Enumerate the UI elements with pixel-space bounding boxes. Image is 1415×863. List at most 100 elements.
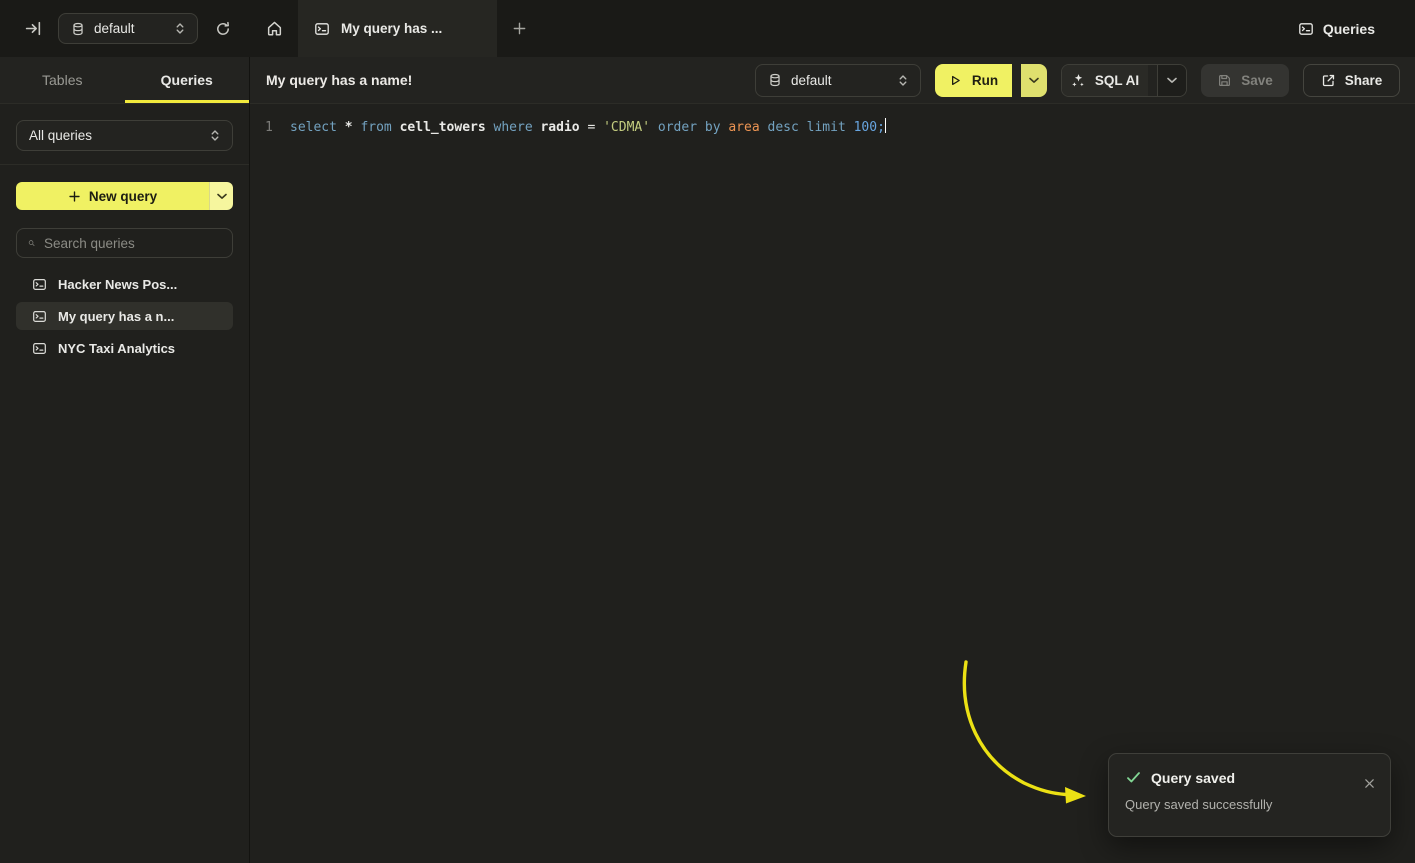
run-button[interactable]: Run <box>935 64 1012 97</box>
plus-icon <box>68 190 81 203</box>
sql-ai-button[interactable]: SQL AI <box>1062 65 1148 96</box>
terminal-icon <box>32 277 47 292</box>
database-icon <box>768 73 782 87</box>
query-list-item-hacker-news[interactable]: Hacker News Pos... <box>16 270 233 298</box>
check-icon <box>1125 769 1142 786</box>
query-item-label: My query has a n... <box>58 309 174 324</box>
sidebar-content: All queries New query <box>0 104 249 378</box>
toast-header: Query saved <box>1125 769 1374 786</box>
chevron-down-icon <box>1029 77 1039 84</box>
sql-ai-button-group: SQL AI <box>1061 64 1187 97</box>
query-item-label: NYC Taxi Analytics <box>58 341 175 356</box>
sql-token: 'CDMA' <box>603 120 658 135</box>
query-list-item-nyc-taxi[interactable]: NYC Taxi Analytics <box>16 334 233 362</box>
tab-my-query[interactable]: My query has ... <box>298 0 497 57</box>
home-icon <box>266 20 283 37</box>
toast-query-saved: Query saved Query saved successfully <box>1108 753 1391 837</box>
sparkles-icon <box>1071 73 1086 88</box>
query-list: Hacker News Pos... My query has a n... N… <box>16 270 233 362</box>
terminal-icon <box>314 21 330 37</box>
sql-token: radio <box>540 120 587 135</box>
toast-close-button[interactable] <box>1362 776 1377 791</box>
sql-token: * <box>345 120 361 135</box>
sql-ai-button-label: SQL AI <box>1095 73 1139 88</box>
main-panel: My query has a name! default Run <box>250 57 1415 863</box>
topbar-database-select[interactable]: default <box>58 13 198 44</box>
search-icon <box>28 236 35 250</box>
share-button[interactable]: Share <box>1303 64 1400 97</box>
sidebar-tab-queries[interactable]: Queries <box>125 57 250 103</box>
run-button-group: Run <box>935 64 1047 97</box>
sidebar-divider <box>0 164 249 165</box>
sql-token: select <box>290 120 345 135</box>
chevron-up-down-icon <box>898 74 908 87</box>
sql-token: from <box>360 120 399 135</box>
toolbar: default Run <box>755 64 1400 97</box>
sidebar: Tables Queries All queries New query <box>0 57 250 863</box>
play-icon <box>949 74 962 87</box>
terminal-icon <box>1298 21 1314 37</box>
share-icon <box>1321 73 1336 88</box>
tab-label: My query has ... <box>341 21 442 36</box>
toolbar-database-select[interactable]: default <box>755 64 921 97</box>
home-tab-button[interactable] <box>250 0 298 57</box>
share-button-label: Share <box>1345 73 1383 88</box>
toast-message: Query saved successfully <box>1125 797 1374 812</box>
arrow-to-bar-icon <box>25 20 42 37</box>
topbar-left: default <box>0 0 250 57</box>
sql-token: area <box>728 120 767 135</box>
terminal-icon <box>32 309 47 324</box>
refresh-button[interactable] <box>208 14 238 44</box>
run-button-label: Run <box>972 73 998 88</box>
save-button[interactable]: Save <box>1201 64 1289 97</box>
new-query-label: New query <box>89 189 157 204</box>
sql-console-app: default My query has ... Queries <box>0 0 1415 863</box>
line-number: 1 <box>265 117 283 138</box>
toast-title: Query saved <box>1151 770 1235 786</box>
chevron-up-down-icon <box>210 129 220 142</box>
save-button-label: Save <box>1241 73 1273 88</box>
query-filter-select-value: All queries <box>29 128 92 143</box>
sql-token: order by <box>658 120 728 135</box>
chevron-down-icon <box>217 193 227 200</box>
chevron-up-down-icon <box>175 22 185 35</box>
page-title: My query has a name! <box>266 72 412 88</box>
new-tab-button[interactable] <box>497 0 541 57</box>
sql-token: where <box>494 120 541 135</box>
close-icon <box>1364 778 1375 789</box>
sql-token: cell_towers <box>400 120 494 135</box>
new-query-dropdown-button[interactable] <box>209 182 233 210</box>
sidebar-tab-tables[interactable]: Tables <box>0 57 125 103</box>
text-cursor <box>885 118 887 133</box>
plus-icon <box>512 21 527 36</box>
query-filter-select[interactable]: All queries <box>16 120 233 151</box>
query-item-label: Hacker News Pos... <box>58 277 177 292</box>
sql-ai-dropdown-button[interactable] <box>1157 65 1186 96</box>
search-queries-input[interactable] <box>44 236 221 251</box>
tab-strip: My query has ... <box>250 0 1298 57</box>
topbar-database-select-value: default <box>94 21 135 36</box>
save-icon <box>1217 73 1232 88</box>
sql-code: select * from cell_towers where radio = … <box>290 117 886 138</box>
collapse-sidebar-button[interactable] <box>18 14 48 44</box>
terminal-icon <box>32 341 47 356</box>
sql-token: 100; <box>854 120 885 135</box>
sql-token: = <box>587 120 603 135</box>
code-line-1: 1 select * from cell_towers where radio … <box>265 117 1415 138</box>
search-queries-box <box>16 228 233 258</box>
run-dropdown-button[interactable] <box>1021 64 1047 97</box>
toolbar-database-select-value: default <box>791 73 832 88</box>
chevron-down-icon <box>1167 77 1177 84</box>
main-header: My query has a name! default Run <box>250 57 1415 104</box>
queries-indicator-label: Queries <box>1323 21 1375 37</box>
new-query-main-button[interactable]: New query <box>16 182 209 210</box>
database-icon <box>71 22 85 36</box>
new-query-button: New query <box>16 182 233 210</box>
sql-editor[interactable]: 1 select * from cell_towers where radio … <box>250 104 1415 863</box>
body: Tables Queries All queries New query <box>0 57 1415 863</box>
sidebar-tabs: Tables Queries <box>0 57 249 104</box>
queries-indicator[interactable]: Queries <box>1298 0 1415 57</box>
sql-token: desc limit <box>768 120 854 135</box>
query-list-item-my-query[interactable]: My query has a n... <box>16 302 233 330</box>
refresh-icon <box>215 21 231 37</box>
